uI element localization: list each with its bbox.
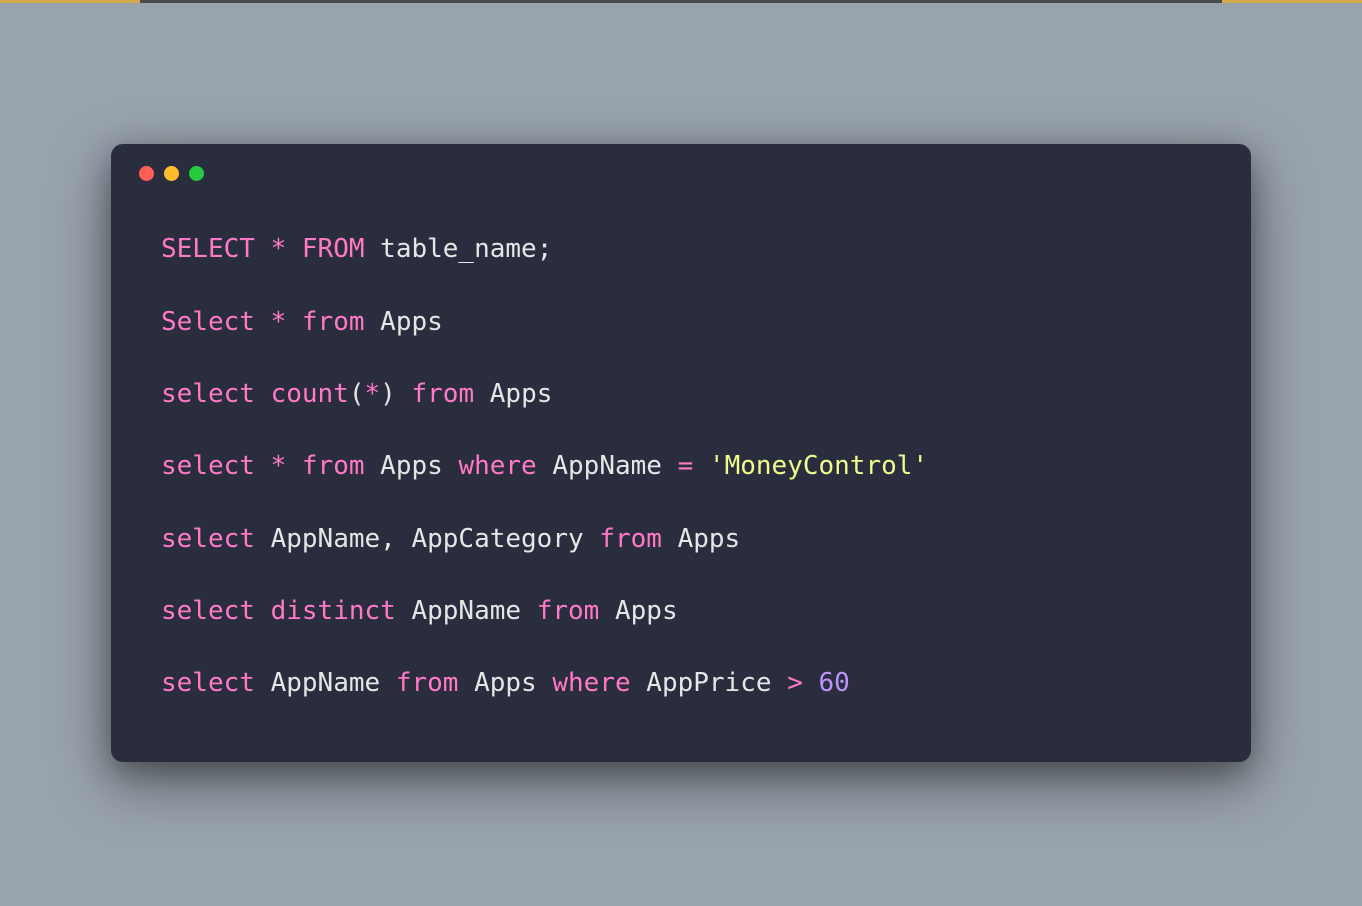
- code-token: 60: [819, 668, 850, 698]
- code-line[interactable]: select distinct AppName from Apps: [161, 593, 1201, 629]
- code-token: [255, 234, 271, 264]
- code-token: where: [552, 668, 630, 698]
- top-accent-bar: [0, 0, 1362, 3]
- code-line[interactable]: select * from Apps where AppName = 'Mone…: [161, 448, 1201, 484]
- code-token: [396, 379, 412, 409]
- code-token: *: [271, 307, 287, 337]
- code-token: select: [161, 379, 255, 409]
- code-token: select: [161, 596, 255, 626]
- code-window: SELECT * FROM table_name; Select * from A…: [111, 144, 1251, 762]
- code-token: ): [380, 379, 396, 409]
- code-token: *: [271, 451, 287, 481]
- code-token: [286, 307, 302, 337]
- code-token: Apps: [365, 307, 443, 337]
- code-token: [255, 451, 271, 481]
- code-token: (: [349, 379, 365, 409]
- code-token: from: [302, 451, 365, 481]
- code-token: where: [458, 451, 536, 481]
- code-token: [255, 596, 271, 626]
- code-token: Apps: [365, 451, 459, 481]
- code-token: AppName: [396, 596, 537, 626]
- code-token: Select: [161, 307, 255, 337]
- code-token: SELECT: [161, 234, 255, 264]
- code-token: [255, 379, 271, 409]
- code-line[interactable]: select count(*) from Apps: [161, 376, 1201, 412]
- code-line[interactable]: Select * from Apps: [161, 304, 1201, 340]
- code-token: from: [537, 596, 600, 626]
- code-token: *: [271, 234, 287, 264]
- code-line[interactable]: select AppName, AppCategory from Apps: [161, 521, 1201, 557]
- code-line[interactable]: select AppName from Apps where AppPrice …: [161, 665, 1201, 701]
- code-token: [693, 451, 709, 481]
- code-token: Apps: [599, 596, 677, 626]
- close-icon[interactable]: [139, 166, 154, 181]
- code-line[interactable]: SELECT * FROM table_name;: [161, 231, 1201, 267]
- code-token: [286, 234, 302, 264]
- code-token: >: [787, 668, 803, 698]
- code-token: table_name;: [365, 234, 553, 264]
- code-token: Apps: [474, 379, 552, 409]
- code-editor[interactable]: SELECT * FROM table_name; Select * from A…: [111, 191, 1251, 762]
- maximize-icon[interactable]: [189, 166, 204, 181]
- code-token: distinct: [271, 596, 396, 626]
- code-token: [255, 307, 271, 337]
- code-token: 'MoneyControl': [709, 451, 928, 481]
- code-token: *: [365, 379, 381, 409]
- code-token: AppName: [537, 451, 678, 481]
- code-token: select: [161, 668, 255, 698]
- code-token: from: [599, 524, 662, 554]
- code-token: Apps: [662, 524, 740, 554]
- code-token: Apps: [458, 668, 552, 698]
- code-token: from: [396, 668, 459, 698]
- code-token: FROM: [302, 234, 365, 264]
- window-titlebar: [111, 144, 1251, 191]
- code-token: AppName, AppCategory: [255, 524, 599, 554]
- code-token: select: [161, 451, 255, 481]
- code-token: AppName: [255, 668, 396, 698]
- code-token: =: [678, 451, 694, 481]
- code-token: from: [302, 307, 365, 337]
- minimize-icon[interactable]: [164, 166, 179, 181]
- code-token: [803, 668, 819, 698]
- code-token: [286, 451, 302, 481]
- code-token: from: [411, 379, 474, 409]
- code-token: count: [271, 379, 349, 409]
- code-token: AppPrice: [631, 668, 788, 698]
- code-token: select: [161, 524, 255, 554]
